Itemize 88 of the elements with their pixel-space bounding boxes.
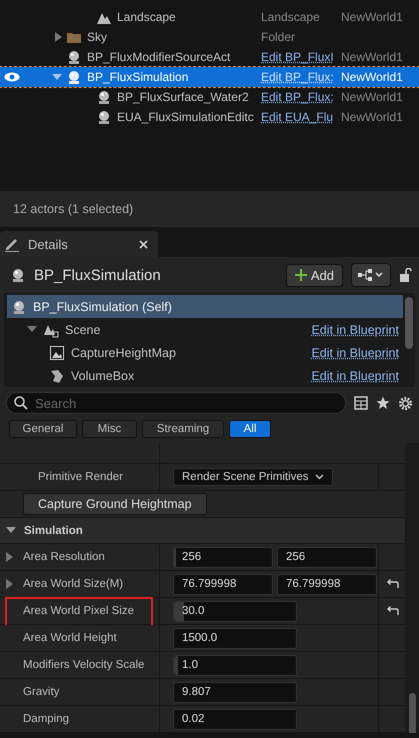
edit-link[interactable]: Edit in Blueprint	[311, 322, 403, 336]
number-field[interactable]: 1500.0	[173, 628, 297, 648]
filter-tab[interactable]: Misc	[82, 420, 137, 438]
property-label: Area World Size(M)	[23, 578, 124, 590]
outliner-row[interactable]: Sky Folder	[0, 27, 419, 47]
table-icon[interactable]	[354, 396, 368, 410]
reset-arrow-icon[interactable]	[386, 606, 398, 616]
outliner-row[interactable]: BP_FluxSurface_Water2 Edit BP_Flux: NewWorld1	[0, 87, 419, 107]
component-row[interactable]: VolumeBox Edit in Blueprint	[7, 364, 403, 387]
search-field[interactable]: Search	[6, 392, 346, 414]
property-label: Area Resolution	[23, 551, 105, 563]
expand-arrow-icon[interactable]	[6, 579, 13, 589]
edit-link[interactable]: Edit EUA_Flu	[261, 110, 334, 124]
actor-name: BP_FluxSurface_Water2	[117, 90, 249, 104]
outliner-row[interactable]: BP_FluxSimulation Edit BP_Flux: NewWorld1	[0, 67, 419, 87]
filter-tab[interactable]: Streaming	[142, 420, 224, 438]
eye-icon[interactable]	[4, 72, 20, 82]
actor-title: BP_FluxSimulation	[34, 266, 162, 284]
world-name: NewWorld1	[341, 70, 403, 84]
expand-arrow-icon[interactable]	[55, 32, 62, 42]
property-label: Gravity	[23, 686, 60, 698]
volume-icon	[49, 368, 65, 384]
property-label: Area World Height	[23, 632, 117, 644]
number-field[interactable]: 76.799998	[173, 574, 273, 594]
actor-icon	[96, 109, 112, 125]
actor-icon	[96, 89, 112, 105]
collapse-arrow-icon[interactable]	[27, 326, 37, 333]
number-field[interactable]: 0.02	[173, 708, 297, 730]
filter-tab[interactable]: General	[9, 420, 77, 438]
details-tab[interactable]: Details	[0, 231, 158, 257]
outliner-row[interactable]: Landscape Landscape NewWorld1	[0, 7, 419, 27]
outliner-row[interactable]: EUA_FluxSimulationEditc Edit EUA_Flu NewWorld1	[0, 107, 419, 127]
world-name: NewWorld1	[341, 50, 403, 64]
actor-name: BP_FluxModifierSourceAct	[87, 50, 230, 64]
number-field[interactable]: 9.807	[173, 682, 297, 702]
edit-link[interactable]: Edit BP_Flux:	[261, 70, 334, 84]
component-row[interactable]: BP_FluxSimulation (Self)	[7, 295, 403, 318]
collapse-arrow-icon[interactable]	[6, 527, 16, 534]
scrollbar-thumb[interactable]	[408, 693, 416, 733]
component-row[interactable]: Scene Edit in Blueprint	[7, 318, 403, 341]
image-icon	[49, 344, 65, 360]
lock-icon[interactable]	[399, 268, 413, 282]
collapse-arrow-icon[interactable]	[52, 74, 62, 80]
outliner-row[interactable]: BP_FluxModifierSourceAct Edit BP_FluxI NewWorld1	[0, 47, 419, 67]
world-name: NewWorld1	[341, 10, 403, 24]
hierarchy-icon	[358, 269, 384, 281]
render-dropdown[interactable]: Render Scene Primitives	[173, 468, 333, 486]
property-label: Area World Pixel Size	[23, 605, 134, 617]
number-field[interactable]: 76.799998	[277, 574, 377, 594]
world-name: NewWorld1	[341, 110, 403, 124]
edit-link[interactable]: Edit BP_FluxI	[261, 50, 334, 64]
expand-arrow-icon[interactable]	[6, 552, 13, 562]
scrollbar-thumb[interactable]	[405, 297, 413, 349]
component-row[interactable]: CaptureHeightMap Edit in Blueprint	[7, 341, 403, 364]
actor-name: Landscape	[117, 10, 176, 24]
status-bar: 12 actors (1 selected)	[0, 191, 419, 227]
number-field[interactable]: 256	[173, 546, 273, 568]
edit-link[interactable]: Edit in Blueprint	[311, 346, 403, 360]
actor-type: Landscape	[261, 10, 320, 24]
section-header[interactable]: Simulation	[0, 518, 405, 544]
add-button[interactable]: Add	[286, 264, 343, 286]
actor-name: EUA_FluxSimulationEditc	[117, 110, 254, 124]
actor-icon	[10, 267, 26, 283]
edit-link[interactable]: Edit BP_Flux:	[261, 90, 334, 104]
property-label: Primitive Render	[38, 471, 123, 483]
pencil-icon	[4, 236, 20, 252]
actor-type: Folder	[261, 30, 296, 44]
number-field[interactable]: 256	[277, 546, 377, 568]
actor-icon	[66, 69, 82, 85]
star-icon[interactable]	[376, 396, 390, 410]
property-label: Modifiers Velocity Scale	[23, 659, 144, 671]
settings-icon[interactable]	[398, 396, 413, 410]
actor-icon	[11, 298, 27, 314]
chevron-icon	[314, 474, 324, 480]
plus-icon	[294, 269, 307, 281]
filter-tab[interactable]: All	[229, 420, 271, 438]
capture-button[interactable]: Capture Ground Heightmap	[23, 493, 207, 515]
actor-icon	[66, 49, 82, 65]
number-field[interactable]: 30.0	[173, 600, 297, 622]
property-label: Damping	[23, 713, 70, 725]
close-icon[interactable]	[139, 240, 148, 248]
actor-name: BP_FluxSimulation	[87, 70, 188, 84]
edit-link[interactable]: Edit in Blueprint	[311, 368, 403, 382]
number-field[interactable]: 1.0	[173, 654, 297, 676]
actor-name: Sky	[87, 30, 108, 44]
blueprint-dropdown[interactable]	[351, 263, 391, 287]
reset-arrow-icon[interactable]	[386, 579, 398, 589]
world-name: NewWorld1	[341, 90, 403, 104]
